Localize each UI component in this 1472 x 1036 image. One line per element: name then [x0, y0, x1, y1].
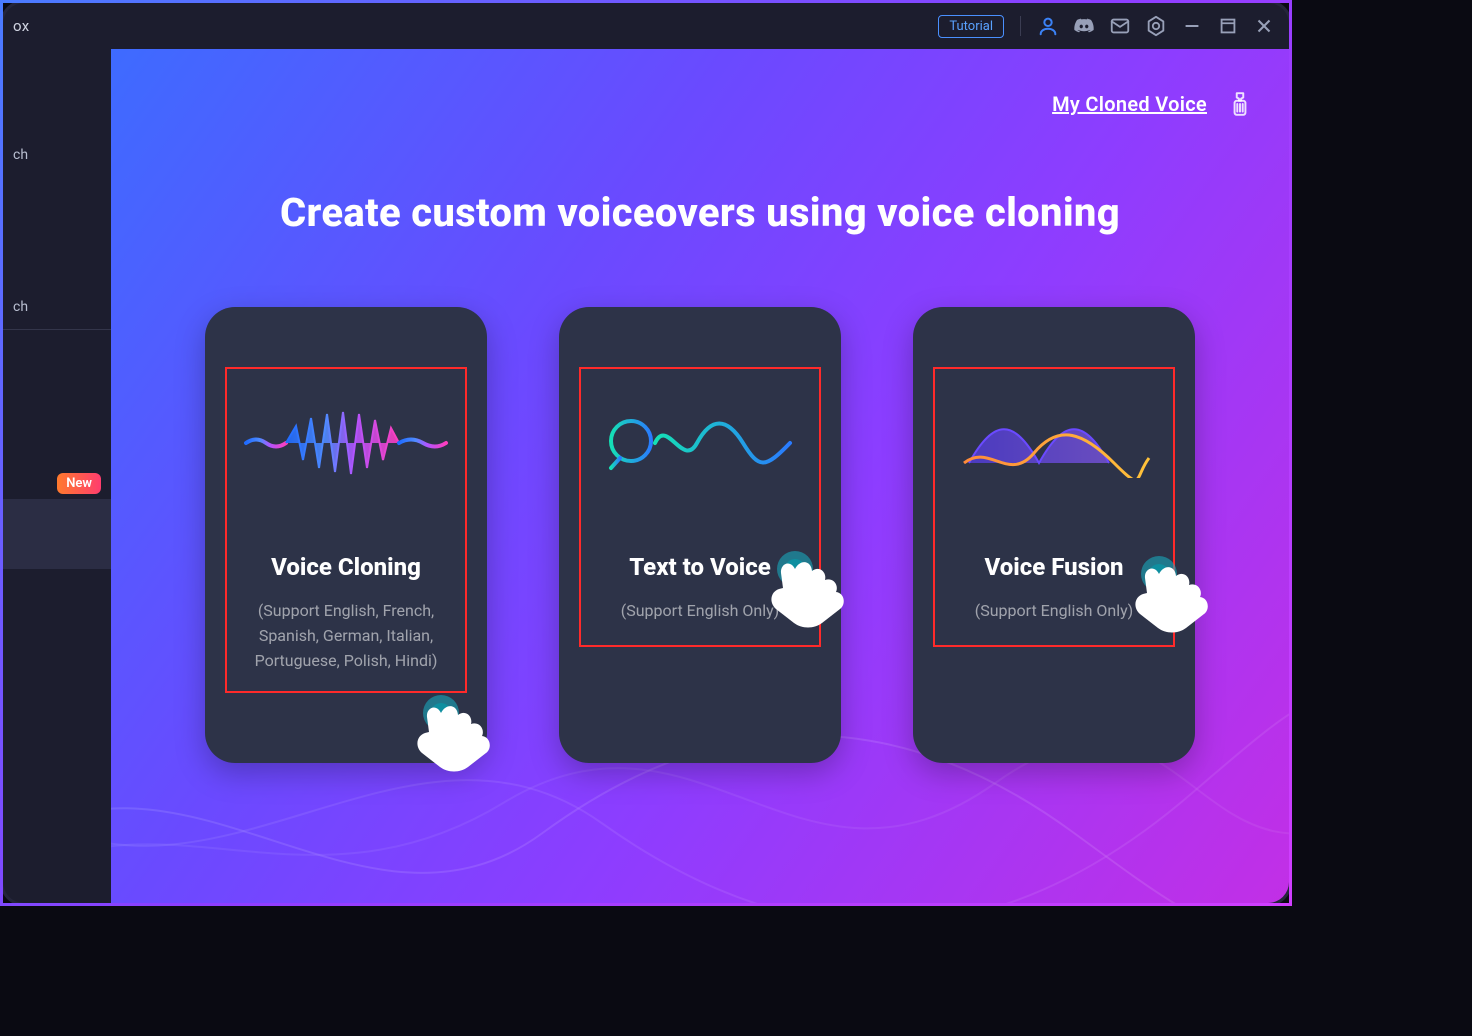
card-title: Voice Fusion — [985, 553, 1124, 581]
settings-icon[interactable] — [1145, 15, 1167, 37]
card-subtitle: (Support English Only) — [615, 599, 786, 624]
app-window: ox Tutorial — [0, 0, 1292, 906]
voice-fusion-icon — [935, 373, 1173, 513]
card-subtitle: (Support English Only) — [969, 599, 1140, 624]
card-title: Voice Cloning — [271, 553, 421, 581]
tutorial-button[interactable]: Tutorial — [938, 15, 1004, 38]
my-cloned-voice-link[interactable]: My Cloned Voice — [1052, 92, 1207, 116]
divider — [1020, 16, 1021, 36]
pointer-hand-icon — [761, 543, 871, 653]
main-panel: My Cloned Voice Create custom voiceovers… — [111, 49, 1289, 903]
sidebar-label-fragment: ch — [3, 291, 111, 323]
card-row: Voice Cloning (Support English, French, … — [205, 307, 1195, 763]
new-badge: New — [57, 473, 101, 494]
text-to-voice-card[interactable]: Text to Voice (Support English Only) — [559, 307, 841, 763]
voice-cloning-card[interactable]: Voice Cloning (Support English, French, … — [205, 307, 487, 763]
feedback-icon[interactable] — [1227, 91, 1253, 117]
discord-icon[interactable] — [1073, 15, 1095, 37]
waveform-icon — [227, 373, 465, 513]
window-title: ox — [13, 17, 29, 35]
close-icon[interactable] — [1253, 15, 1275, 37]
card-title: Text to Voice — [629, 553, 771, 581]
sidebar-label-fragment: ch — [3, 139, 111, 171]
user-icon[interactable] — [1037, 15, 1059, 37]
sidebar: ch ch New — [3, 49, 111, 903]
card-subtitle: (Support English, French, Spanish, Germa… — [227, 599, 465, 673]
sidebar-separator — [3, 329, 111, 330]
text-to-voice-icon — [581, 373, 819, 513]
pointer-hand-icon — [407, 687, 517, 797]
pointer-hand-icon — [1125, 548, 1235, 658]
sidebar-item-selected[interactable] — [3, 499, 111, 569]
page-title: Create custom voiceovers using voice clo… — [280, 189, 1120, 236]
minimize-icon[interactable] — [1181, 15, 1203, 37]
titlebar: ox Tutorial — [3, 3, 1289, 49]
maximize-icon[interactable] — [1217, 15, 1239, 37]
mail-icon[interactable] — [1109, 15, 1131, 37]
voice-fusion-card[interactable]: Voice Fusion (Support English Only) — [913, 307, 1195, 763]
